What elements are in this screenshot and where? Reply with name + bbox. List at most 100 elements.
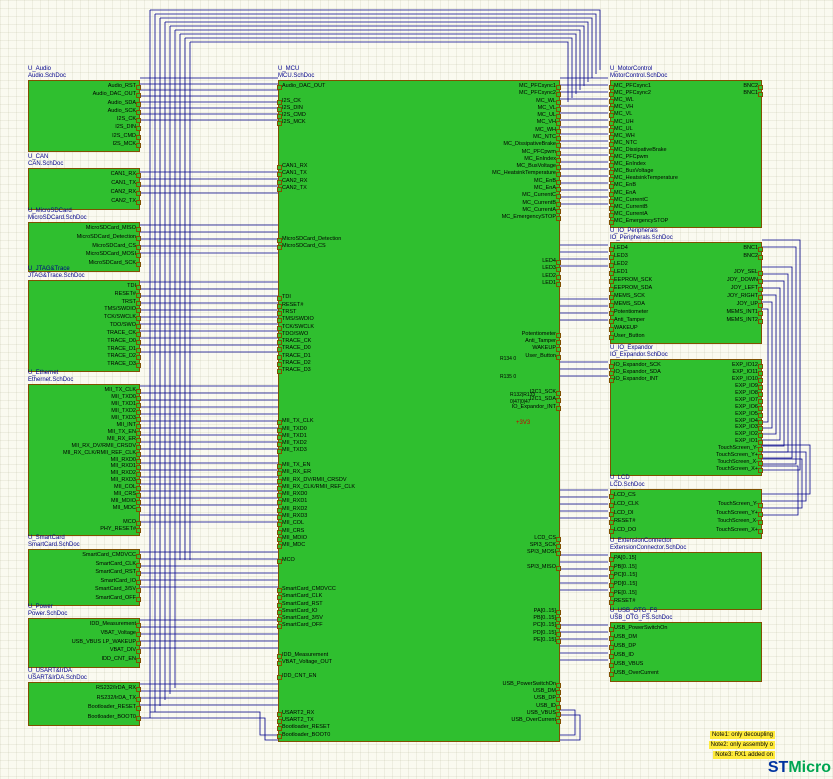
port-right: MEMS_INT2 xyxy=(727,317,758,323)
port-left: USB_VBUS xyxy=(614,661,643,667)
port-right: Anti_Tamper xyxy=(525,338,556,344)
port-left: I2S_MCK xyxy=(282,119,306,125)
port-right: USB_DP xyxy=(534,695,556,701)
port-right: Audio_SDA xyxy=(108,100,136,106)
port-left: IDD_CNT_EN xyxy=(282,673,317,679)
port-right: MII_TX_EN xyxy=(108,429,136,435)
port-right: MII_RXD0 xyxy=(111,457,136,463)
port-right: MC_CurrentA xyxy=(522,207,556,213)
port-right: TRACE_D2 xyxy=(107,353,136,359)
port-left: MC_EnA xyxy=(614,190,636,196)
port-right: User_Button xyxy=(525,353,556,359)
sheet-header: U_USB_OTG_FSUSB_OTG_FS.SchDoc xyxy=(610,608,760,622)
port-right: MII_RXD2 xyxy=(111,470,136,476)
port-left: USB_PowerSwitchOn xyxy=(614,625,668,631)
port-right: CAN2_RX xyxy=(111,189,136,195)
port-right: JOY_UP xyxy=(737,301,758,307)
port-left: MII_COL xyxy=(282,520,304,526)
port-right: MII_RXD1 xyxy=(111,463,136,469)
port-left: LED4 xyxy=(614,245,628,251)
port-left: USB_DP xyxy=(614,643,636,649)
port-left: SmartCard_OFF xyxy=(282,622,323,628)
resistor-r132-r133: R132|R133 xyxy=(510,392,535,398)
port-right: SmartCard_3/5V xyxy=(95,586,136,592)
port-left: MCO xyxy=(282,557,295,563)
port-left: MEMS_SDA xyxy=(614,301,645,307)
port-left: SmartCard_CMDVCC xyxy=(282,586,336,592)
port-right: MII_MDC xyxy=(113,505,136,511)
port-left: RESET# xyxy=(614,598,635,604)
port-right: MC_PFCsync1 xyxy=(519,83,556,89)
port-left: MII_MDC xyxy=(282,542,305,548)
sheet-u_motor: U_MotorControlMotorControl.SchDoc MC_PFCs… xyxy=(610,66,760,228)
port-left: USART2_RX xyxy=(282,710,314,716)
sheet-body: IDD_MeasurementVBAT_VoltageUSB_VBUS LP_W… xyxy=(28,618,140,668)
port-left: MC_PFCpwm xyxy=(614,154,648,160)
port-left: MC_BusVoltage xyxy=(614,168,653,174)
port-left: MC_EnB xyxy=(614,182,636,188)
port-right: PA[0..15] xyxy=(534,608,556,614)
port-right: TRACE_D1 xyxy=(107,346,136,352)
port-left: MEMS_SCK xyxy=(614,293,645,299)
port-left: IDD_Measurement xyxy=(282,652,328,658)
sheet-u_iop: U_IO_PeripheralsIO_Peripherals.SchDocLED… xyxy=(610,228,760,344)
resistor-values-47: 0|47|0|47 xyxy=(510,399,531,405)
port-right: TRACE_D0 xyxy=(107,338,136,344)
port-right: IDD_CNT_EN xyxy=(101,656,136,662)
port-left: LCD_DO xyxy=(614,527,636,533)
port-left: LED3 xyxy=(614,253,628,259)
port-right: IDD_Measurement xyxy=(90,621,136,627)
port-right: TouchScreen_X+ xyxy=(716,466,758,472)
port-left: Bootloader_BOOT0 xyxy=(282,732,330,738)
port-right: PE[0..15] xyxy=(533,637,556,643)
port-right: MC_CurrentC xyxy=(522,192,556,198)
sheet-header: U_IO_ExpandorIO_Expandor.SchDoc xyxy=(610,345,760,359)
port-right: SmartCard_RST xyxy=(95,569,136,575)
port-right: MicroSDCard_MISO xyxy=(86,225,136,231)
port-left: LED1 xyxy=(614,269,628,275)
port-left: MC_WH xyxy=(614,133,635,139)
port-right: JOY_DOWN xyxy=(727,277,758,283)
port-right: TDO/SWO xyxy=(110,322,136,328)
port-left: Bootloader_RESET xyxy=(282,724,330,730)
port-left: MC_PFCsync1 xyxy=(614,83,651,89)
port-right: MC_VL xyxy=(538,105,556,111)
port-left: EEPROM_SCK xyxy=(614,277,652,283)
port-left: VBAT_Voltage_OUT xyxy=(282,659,332,665)
port-right: TouchScreen_X- xyxy=(717,518,758,524)
port-right: TouchScreen_Y- xyxy=(718,501,758,507)
port-right: TRACE_CK xyxy=(107,330,136,336)
port-right: EXP_IO8 xyxy=(735,390,758,396)
port-left: IO_Expandor_SDA xyxy=(614,369,661,375)
port-right: I2S_MCK xyxy=(112,141,136,147)
sheet-header: U_SmartCardSmartCard.SchDoc xyxy=(28,535,138,549)
port-right: PC[0..15] xyxy=(533,622,556,628)
port-right: JOY_LEFT xyxy=(731,285,758,291)
port-left: MII_RX_ER xyxy=(282,469,311,475)
port-right: WAKEUP xyxy=(532,345,556,351)
port-right: LED3 xyxy=(542,265,556,271)
port-right: USB_VBUS LP_WAKEUP xyxy=(72,639,136,645)
port-right: SPI3_MISO xyxy=(527,564,556,570)
port-left: I2S_DIN xyxy=(282,105,303,111)
st-logo: STMicro xyxy=(768,759,831,777)
port-right: SmartCard_CMDVCC xyxy=(82,552,136,558)
port-left: EEPROM_SDA xyxy=(614,285,652,291)
port-left: TRST xyxy=(282,309,296,315)
port-left: PC[0..15] xyxy=(614,572,637,578)
port-left: MC_EnIndex xyxy=(614,161,646,167)
sheet-header: U_MotorControlMotorControl.SchDoc xyxy=(610,66,760,80)
port-right: USB_DM xyxy=(533,688,556,694)
port-left: TDO/SWO xyxy=(282,331,308,337)
sheet-u_eth: U_EthernetEthernet.SchDocMII_TX_CLKMII_T… xyxy=(28,370,138,536)
sheet-u_jtag: U_JTAG&TraceJTAG&Trace.SchDocTDIRESET#TR… xyxy=(28,266,138,372)
sheet-u_can: U_CANCAN.SchDocCAN1_RXCAN1_TXCAN2_RXCAN2… xyxy=(28,154,138,210)
port-right: SmartCard_CLK xyxy=(96,561,136,567)
sheet-header: U_AudioAudio.SchDoc xyxy=(28,66,138,80)
port-right: MII_TXD1 xyxy=(111,401,136,407)
port-right: BNC1 xyxy=(743,90,758,96)
port-right: Bootloader_BOOT0 xyxy=(88,714,136,720)
sheet-body: TDIRESET#TRSTTMS/SWDIOTCK/SWCLKTDO/SWOTR… xyxy=(28,280,140,372)
port-left: MII_RX_DV/RMII_CRSDV xyxy=(282,477,347,483)
port-right: SPI3_MOSI xyxy=(527,549,556,555)
